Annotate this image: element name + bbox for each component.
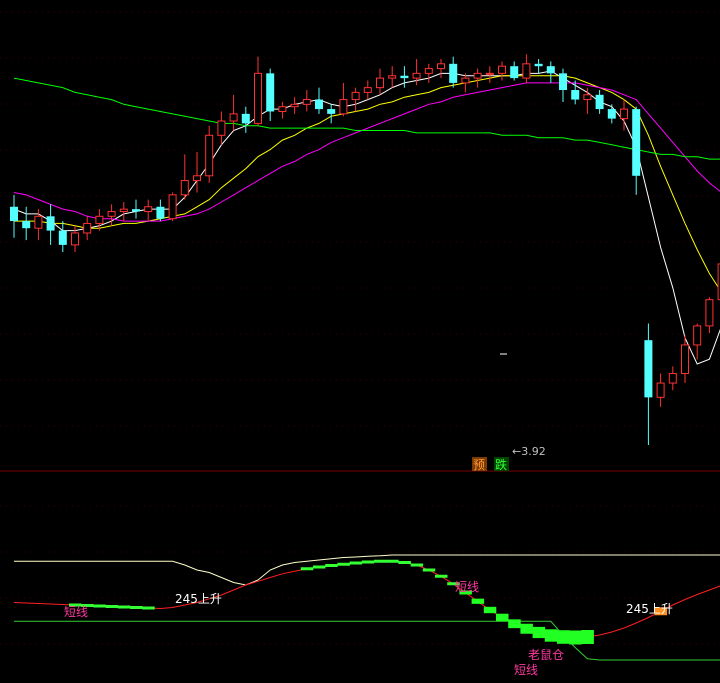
candle-body — [83, 222, 92, 234]
candle-body — [510, 66, 519, 79]
candle-body — [620, 108, 628, 120]
candle-body — [437, 63, 445, 70]
candle-body — [571, 90, 580, 100]
candle-body — [693, 325, 702, 346]
candle-body — [302, 99, 311, 105]
band-green — [544, 629, 558, 642]
band-green — [300, 567, 314, 571]
candle-body — [595, 94, 604, 110]
label-rise-a: 245上升 — [175, 592, 222, 606]
candle-body — [559, 73, 567, 91]
candle-body — [534, 63, 543, 67]
candle-body — [339, 99, 348, 115]
candle-body — [205, 134, 214, 177]
band-green — [349, 561, 363, 565]
band-green — [483, 606, 497, 614]
band-green — [374, 559, 387, 563]
tag-die: 跌 — [495, 457, 507, 472]
band-green — [508, 619, 521, 629]
candle-body — [412, 72, 421, 79]
candle-body — [327, 109, 336, 114]
candle-body — [119, 208, 128, 213]
candle-body — [632, 109, 641, 176]
label-rise-b: 245上升 — [626, 602, 673, 616]
band-green — [581, 630, 594, 644]
candle-body — [107, 211, 116, 217]
candle-body — [705, 299, 714, 327]
candle-body — [522, 63, 531, 79]
candle-body — [498, 65, 506, 74]
candle-body — [400, 75, 409, 79]
candle-body — [376, 77, 384, 89]
candle-body — [229, 113, 238, 122]
candle-body — [34, 215, 43, 229]
candle-body — [607, 109, 616, 119]
tag-yu: 预 — [473, 458, 485, 472]
candle-body — [156, 206, 165, 219]
candle-body — [217, 120, 226, 136]
band-green — [435, 574, 448, 578]
candle-body — [58, 230, 67, 245]
candle-body — [644, 340, 653, 398]
candle-body — [351, 91, 360, 101]
candle-body — [388, 75, 397, 79]
candle-body — [241, 113, 250, 124]
candle-body — [278, 106, 287, 112]
candle-body — [681, 344, 689, 375]
band-green — [422, 568, 436, 572]
candle-body — [254, 72, 262, 124]
band-green — [520, 623, 533, 634]
candle-body — [546, 66, 555, 74]
candle-body — [473, 72, 482, 79]
candle-body — [668, 373, 677, 384]
candle-body — [22, 221, 31, 229]
min-price-label: ←3.92 — [512, 445, 546, 458]
band-green — [130, 606, 143, 609]
band-green — [142, 606, 155, 610]
band-green — [386, 559, 399, 563]
candle-body — [290, 103, 299, 108]
candle-body — [95, 215, 104, 224]
label-short-line-a: 短线 — [64, 605, 88, 619]
band-green — [410, 563, 424, 567]
label-rat-warehouse: 老鼠仓 — [528, 648, 564, 662]
band-green — [471, 598, 485, 604]
band-green — [361, 560, 375, 564]
candle-body — [424, 68, 433, 74]
band-green — [313, 565, 326, 569]
band-green — [337, 562, 350, 566]
candle-body — [132, 209, 140, 212]
candle-body — [180, 180, 189, 196]
candle-body — [193, 175, 201, 182]
candle-body — [266, 73, 275, 112]
candle-body — [583, 94, 592, 101]
candle-body — [485, 72, 494, 75]
candle-body — [168, 194, 177, 220]
label-short-line-b: 短线 — [455, 580, 479, 594]
band-green — [93, 604, 106, 608]
band-green — [496, 613, 509, 622]
candle-body — [144, 206, 153, 213]
band-green — [398, 561, 411, 564]
band-green — [569, 630, 582, 645]
candle-body — [363, 87, 372, 93]
candle-body — [461, 77, 470, 84]
candle-body — [46, 216, 55, 231]
candle-body — [449, 63, 458, 83]
candle-body — [10, 206, 18, 222]
stock-chart: ←3.92 预 跌 短线 245上升 短线 老鼠仓 短线 245上升 — [0, 0, 720, 683]
candle-body — [71, 232, 79, 246]
label-short-line-c: 短线 — [514, 663, 538, 677]
band-green — [117, 605, 131, 609]
band-green — [325, 564, 338, 567]
band-green — [105, 605, 119, 608]
candle-body — [315, 99, 323, 110]
band-green — [557, 630, 570, 644]
candle-body — [656, 382, 665, 398]
band-green — [532, 626, 546, 639]
candle-up — [168, 192, 177, 222]
